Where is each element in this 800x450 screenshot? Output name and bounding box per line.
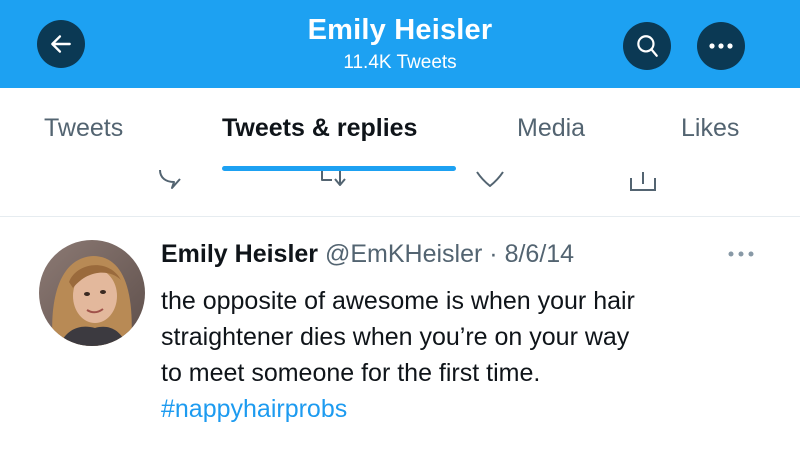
tweet-body: the opposite of awesome is when your hai… xyxy=(161,283,781,427)
tweet-text-line: straightener dies when you’re on your wa… xyxy=(161,323,630,351)
like-icon[interactable] xyxy=(475,170,505,192)
tweet-date[interactable]: 8/6/14 xyxy=(505,240,575,268)
tab-likes[interactable]: Likes xyxy=(681,114,739,143)
avatar[interactable] xyxy=(39,240,145,346)
more-options-button[interactable] xyxy=(697,22,745,70)
tab-media[interactable]: Media xyxy=(517,114,585,143)
tab-tweets-replies[interactable]: Tweets & replies xyxy=(222,114,417,143)
profile-header: Emily Heisler 11.4K Tweets xyxy=(0,0,800,88)
hashtag-link[interactable]: #nappyhairprobs xyxy=(161,391,781,427)
tweet-author-handle[interactable]: @EmKHeisler xyxy=(325,240,482,268)
tweet-header: Emily Heisler @EmKHeisler · 8/6/14 xyxy=(161,240,574,269)
search-icon xyxy=(637,35,658,57)
tweet-count: 11.4K Tweets xyxy=(343,52,457,73)
profile-name-title: Emily Heisler xyxy=(307,14,493,46)
tweet-text-line: the opposite of awesome is when your hai… xyxy=(161,287,635,315)
tweet-text-line: to meet someone for the first time. xyxy=(161,359,541,387)
tweet-divider xyxy=(0,216,800,217)
profile-tabs: Tweets Tweets & replies Media Likes xyxy=(0,88,800,176)
tab-tweets[interactable]: Tweets xyxy=(44,114,123,143)
tweet-author-name[interactable]: Emily Heisler xyxy=(161,240,318,268)
more-horizontal-icon xyxy=(728,251,754,257)
reply-icon[interactable] xyxy=(158,170,188,192)
tweet-more-button[interactable] xyxy=(726,246,756,264)
search-button[interactable] xyxy=(623,22,671,70)
previous-tweet-actions xyxy=(0,170,800,216)
more-horizontal-icon xyxy=(709,43,733,49)
tweet-meta-separator: · xyxy=(489,240,498,268)
share-icon[interactable] xyxy=(628,170,658,192)
retweet-icon[interactable] xyxy=(318,170,352,192)
active-tab-indicator xyxy=(222,166,456,171)
